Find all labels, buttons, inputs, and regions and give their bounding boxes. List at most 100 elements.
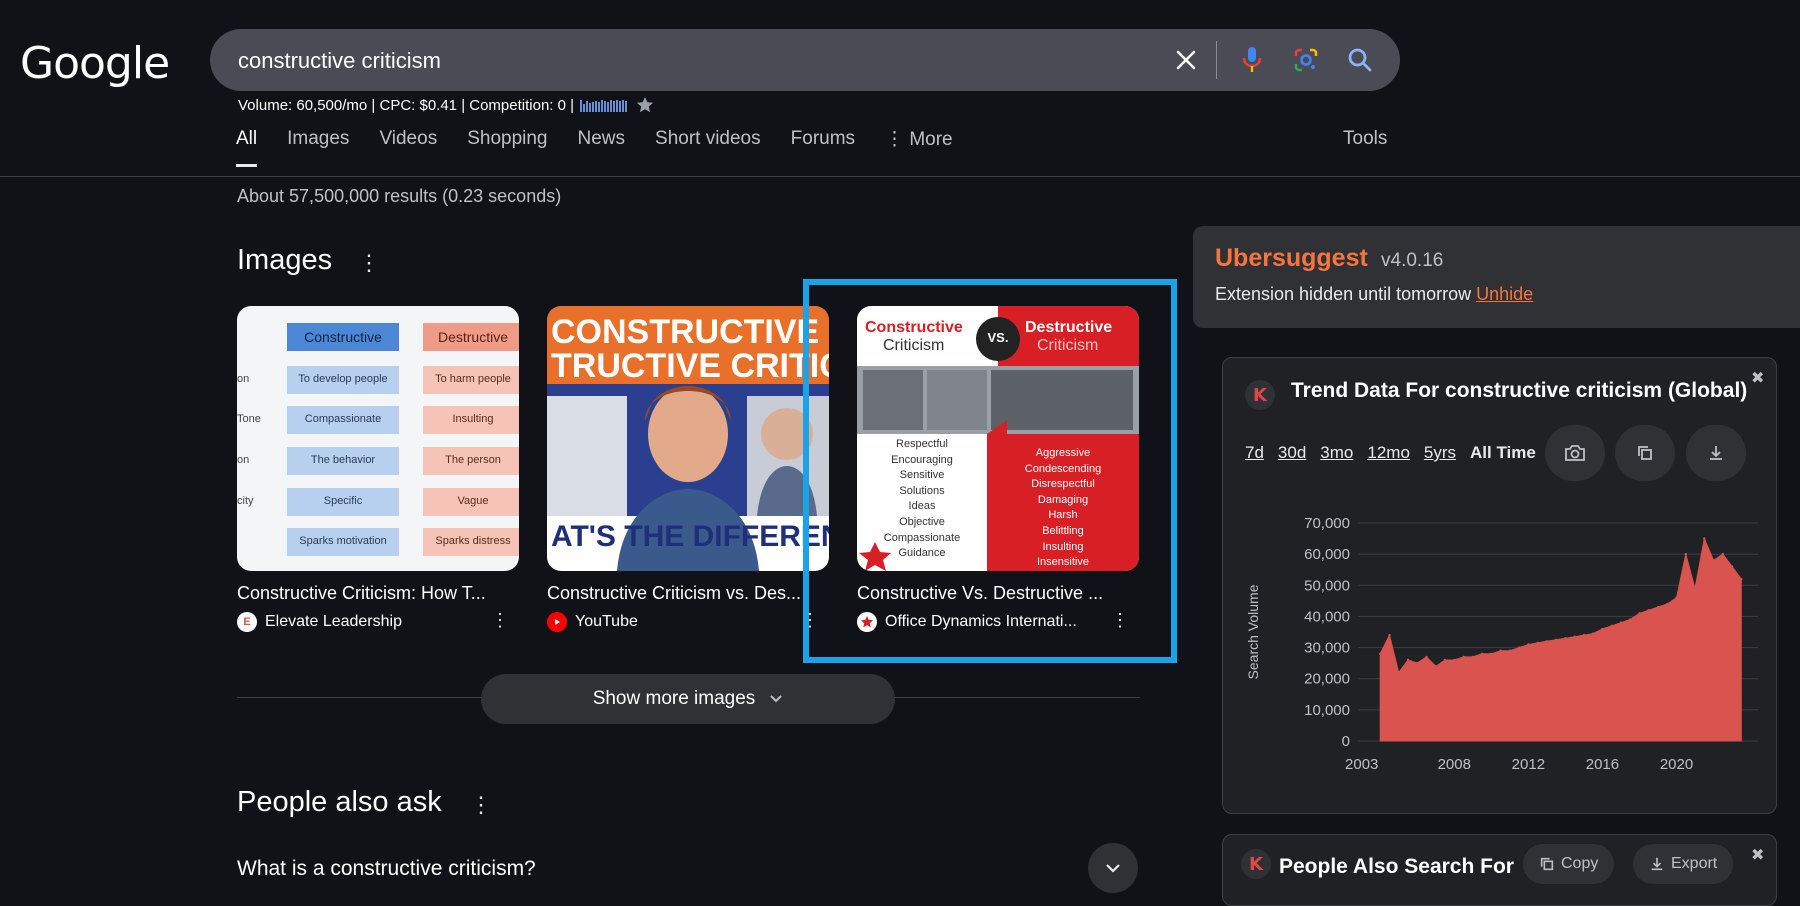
search-input[interactable]: constructive criticism [238, 48, 441, 74]
ubersuggest-message: Extension hidden until tomorrow Unhide [1215, 284, 1533, 305]
pas-title: People Also Search For [1279, 855, 1514, 878]
image-source-name: Elevate Leadership [265, 613, 402, 630]
data-point [1592, 632, 1595, 635]
clear-icon[interactable] [1167, 41, 1205, 79]
data-point [1675, 596, 1678, 599]
image-source[interactable]: YouTube ⋮ [547, 610, 829, 632]
data-point [1462, 655, 1465, 659]
y-tick-label: 40,000 [1304, 608, 1350, 625]
x-tick-label: 2008 [1438, 756, 1471, 773]
tab-videos[interactable]: Videos [379, 128, 437, 167]
close-icon[interactable]: ✖ [1751, 368, 1764, 388]
tab-more[interactable]: ⋮ More [885, 128, 953, 167]
data-point [1601, 627, 1604, 631]
images-more-icon[interactable]: ⋮ [358, 250, 380, 276]
y-tick-label: 10,000 [1304, 702, 1350, 719]
tab-all[interactable]: All [236, 128, 258, 167]
thumb-item: The person [445, 454, 501, 466]
thumb-item: Insulting [452, 413, 494, 425]
y-tick-label: 70,000 [1304, 515, 1350, 532]
paa-question[interactable]: What is a constructive criticism? [237, 857, 536, 881]
x-tick-label: 2012 [1512, 756, 1545, 773]
paa-more-icon[interactable]: ⋮ [470, 792, 492, 818]
tab-images[interactable]: Images [287, 128, 349, 167]
copy-button[interactable]: Copy [1523, 844, 1615, 884]
thumb-headline: CONSTRUCTIVE VS [551, 313, 829, 351]
y-tick-label: 30,000 [1304, 640, 1350, 657]
image-caption[interactable]: Constructive Criticism: How T... [237, 583, 509, 604]
thumb-subline: AT'S THE DIFFEREN [551, 520, 829, 553]
data-point [1416, 661, 1419, 665]
keywords-everywhere-logo-icon: K [1245, 380, 1275, 410]
ubersuggest-message-text: Extension hidden until tomorrow [1215, 284, 1472, 304]
image-more-icon[interactable]: ⋮ [491, 610, 509, 631]
paa-expand-button[interactable] [1088, 843, 1138, 893]
image-thumbnail[interactable]: CONSTRUCTIVE VS TRUCTIVE CRITIC AT'S THE… [547, 306, 829, 571]
range-all-time[interactable]: All Time [1470, 443, 1536, 463]
tab-news[interactable]: News [578, 128, 626, 167]
trend-range-selector: 7d 30d 3mo 12mo 5yrs All Time [1245, 443, 1536, 463]
tab-shopping[interactable]: Shopping [467, 128, 547, 167]
ubersuggest-version: v4.0.16 [1381, 250, 1444, 271]
camera-icon [1565, 445, 1585, 461]
x-tick-label: 2003 [1345, 756, 1378, 773]
close-icon[interactable]: ✖ [1751, 845, 1764, 865]
screenshot-button[interactable] [1545, 425, 1605, 481]
search-icon[interactable] [1341, 41, 1379, 79]
google-logo[interactable]: Google [20, 38, 170, 89]
data-point [1693, 587, 1697, 590]
data-point [1453, 658, 1456, 662]
thumb-headline: TRUCTIVE CRITIC [551, 347, 829, 385]
y-tick-label: 50,000 [1304, 577, 1350, 594]
tab-short-videos[interactable]: Short videos [655, 128, 761, 167]
image-thumbnail[interactable]: Constructive Destructive on Tone on city… [237, 306, 519, 571]
range-5yrs[interactable]: 5yrs [1424, 443, 1456, 463]
range-12mo[interactable]: 12mo [1367, 443, 1410, 463]
range-7d[interactable]: 7d [1245, 443, 1264, 463]
range-3mo[interactable]: 3mo [1320, 443, 1353, 463]
image-card[interactable]: Constructive Destructive on Tone on city… [237, 306, 519, 632]
download-chart-button[interactable] [1686, 425, 1746, 481]
chevron-down-icon [1106, 864, 1120, 873]
data-point [1480, 652, 1484, 655]
image-caption[interactable]: Constructive Criticism vs. Des... [547, 583, 819, 604]
copy-icon [1638, 446, 1652, 460]
copy-icon [1540, 857, 1554, 871]
keyword-metrics-text: Volume: 60,500/mo | CPC: $0.41 | Competi… [238, 96, 575, 114]
image-source-name: YouTube [575, 613, 638, 630]
tools-button[interactable]: Tools [1343, 128, 1387, 150]
copy-chart-button[interactable] [1615, 425, 1675, 481]
data-point [1545, 640, 1549, 643]
export-button[interactable]: Export [1633, 844, 1734, 884]
search-tabs: All Images Videos Shopping News Short vi… [236, 128, 983, 167]
x-tick-label: 2016 [1586, 756, 1619, 773]
star-icon[interactable] [636, 96, 654, 114]
google-lens-icon[interactable] [1287, 41, 1325, 79]
thumb-row-label: on [237, 373, 250, 385]
data-point [1684, 552, 1687, 556]
microphone-icon[interactable] [1233, 41, 1271, 79]
data-point [1388, 633, 1391, 637]
tab-forums[interactable]: Forums [791, 128, 855, 167]
ubersuggest-banner: Ubersuggest v4.0.16 Extension hidden unt… [1193, 226, 1800, 328]
image-card[interactable]: CONSTRUCTIVE VS TRUCTIVE CRITIC AT'S THE… [547, 306, 829, 632]
show-more-label: Show more images [592, 688, 756, 709]
comparison-table-graphic [287, 323, 519, 556]
x-tick-label: 2020 [1660, 756, 1693, 773]
thumb-item: The behavior [310, 454, 376, 466]
search-bar[interactable]: constructive criticism [210, 29, 1400, 91]
trend-sparkline-icon [580, 100, 628, 112]
unhide-link[interactable]: Unhide [1476, 284, 1533, 304]
data-point [1656, 605, 1660, 609]
thumb-item: To harm people [435, 373, 511, 385]
data-point [1619, 621, 1623, 624]
keywords-everywhere-logo-icon: K [1241, 849, 1271, 879]
keyword-metrics: Volume: 60,500/mo | CPC: $0.41 | Competi… [238, 96, 654, 114]
data-point [1443, 658, 1447, 662]
show-more-images-button[interactable]: Show more images [481, 674, 895, 724]
range-30d[interactable]: 30d [1278, 443, 1306, 463]
image-source[interactable]: E Elevate Leadership ⋮ [237, 610, 519, 632]
y-tick-label: 20,000 [1304, 671, 1350, 688]
thumb-row-label: city [237, 495, 254, 507]
data-point [1740, 577, 1743, 581]
